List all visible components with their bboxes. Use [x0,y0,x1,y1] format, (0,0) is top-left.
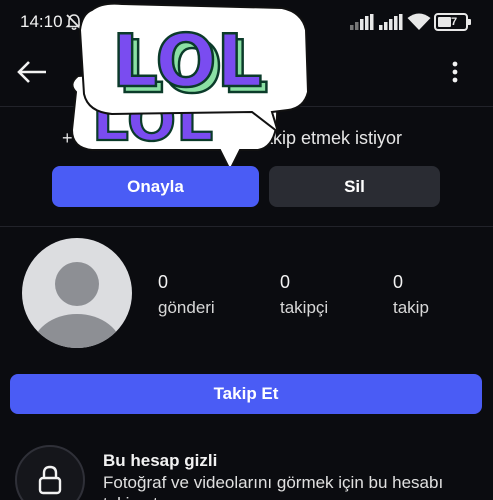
sticker-front-bubble: LOL LOL [78,2,310,135]
followers-count: 0 [280,272,291,292]
battery-percent: 47 [444,16,458,28]
sticker-front-text: LOL [112,19,262,103]
followers-label: takipçi [280,298,329,317]
stat-following[interactable]: 0 takip [393,272,429,318]
posts-label: gönderi [158,298,215,317]
avatar-body [32,314,122,348]
more-options-button[interactable] [436,54,474,90]
posts-count: 0 [158,272,169,292]
private-account-description: Fotoğraf ve videolarını görmek için bu h… [103,473,444,500]
more-vertical-icon [452,61,458,83]
signal-strength-icon [379,14,403,30]
battery-tip [468,19,471,25]
lol-sticker: LOL LOL LOL [70,2,310,173]
battery-indicator: 47 [434,13,468,31]
wifi-icon [407,13,431,30]
approve-button[interactable]: Onayla [52,166,259,207]
stat-posts: 0 gönderi [158,272,215,318]
stat-followers[interactable]: 0 takipçi [280,272,328,318]
section-divider [0,226,493,227]
lock-icon [38,465,62,495]
avatar-head [55,262,99,306]
following-label: takip [393,298,429,317]
follow-button[interactable]: Takip Et [10,374,482,414]
following-count: 0 [393,272,404,292]
delete-button[interactable]: Sil [269,166,440,207]
avatar [22,238,132,348]
back-button[interactable] [12,54,52,90]
lock-badge [15,445,85,500]
private-account-title: Bu hesap gizli [103,451,218,470]
signal-strength-icon [350,14,374,30]
status-time: 14:10 [20,12,63,31]
arrow-left-icon [17,61,46,83]
